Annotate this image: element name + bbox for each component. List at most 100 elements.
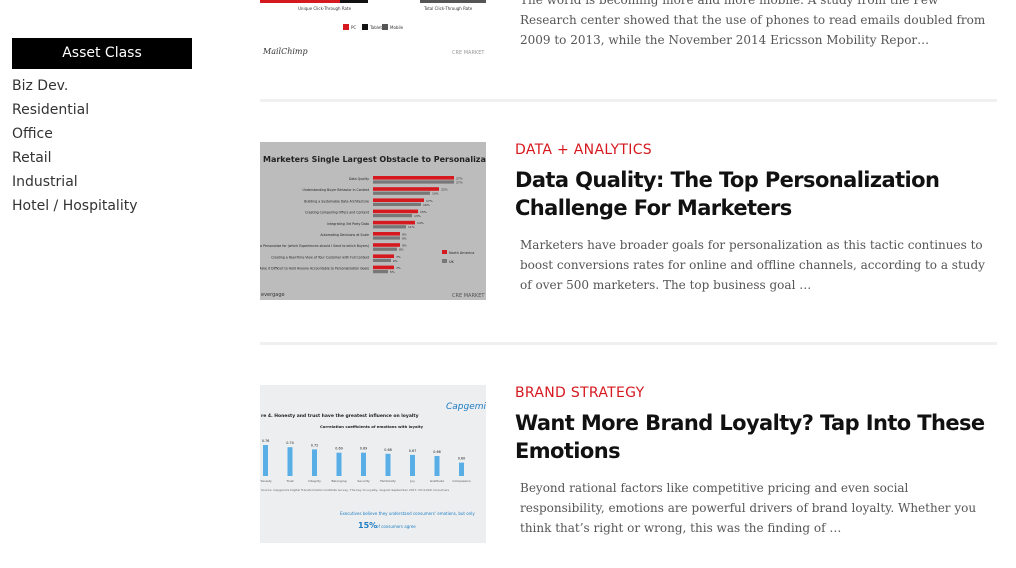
chart-row-label: Automating Decisions at Scale — [320, 233, 369, 237]
chart-value-label: 0.69 — [360, 447, 368, 451]
post-thumbnail-image: Marketers Single Largest Obstacle to Per… — [260, 142, 486, 300]
thumb-heading: Marketers Single Largest Obstacle to Per… — [263, 155, 486, 164]
chart-row-label: Data Quality — [349, 177, 369, 181]
post-title[interactable]: Want More Brand Loyalty? Tap Into These … — [515, 409, 995, 465]
chart-row-label: Understanding Who to Personalize for (wh… — [260, 244, 369, 248]
thumb-brand: CRE MARKET — [452, 50, 485, 56]
sidebar-item-biz-dev[interactable]: Biz Dev. — [12, 77, 192, 101]
chart-value-label: 0.76 — [262, 439, 270, 443]
thumb-caption-left: Unique Click-Through Rate — [298, 6, 352, 11]
chart-bar-red — [373, 220, 415, 225]
chart-category-label: Familiarity — [380, 479, 396, 483]
chart-category-label: Integrity — [308, 479, 321, 483]
chart-bar — [459, 462, 464, 476]
chart-bar-gray — [373, 191, 430, 195]
post-meta: DATA + ANALYTICS Data Quality: The Top P… — [515, 142, 995, 295]
chart-row-label: Creating a Real-Time View of Your Custom… — [271, 255, 370, 259]
thumb-caption-right: Total Click-Through Rate — [423, 6, 473, 11]
post-meta: BRAND STRATEGY Want More Brand Loyalty? … — [515, 385, 995, 538]
sidebar-item-hotel-hospitality[interactable]: Hotel / Hospitality — [12, 197, 192, 221]
chart-value-gray: 19% — [432, 192, 439, 196]
post-thumbnail[interactable]: Capgemini re 4. Honesty and trust have t… — [260, 385, 486, 543]
chart-category-label: Security — [357, 479, 370, 483]
chart-bar — [312, 449, 317, 476]
post-excerpt: Marketers have broader goals for persona… — [520, 238, 985, 292]
chart-category-label: Joy — [409, 479, 415, 483]
chart-bar-red — [373, 176, 454, 180]
sidebar-item-retail[interactable]: Retail — [12, 149, 192, 173]
post-divider — [260, 99, 997, 102]
chart-value-gray: 5% — [390, 270, 395, 274]
chart-value-red: 14% — [417, 221, 424, 225]
chart-bar-gray — [373, 270, 388, 274]
chart-bar — [410, 454, 415, 476]
chart-bar-gray — [373, 247, 397, 251]
thumb-note-pct: 15% — [358, 521, 377, 530]
chart-value-gray: 8% — [399, 248, 404, 252]
thumb-legend-pc: PC — [351, 25, 356, 30]
chart-bar — [336, 452, 342, 476]
chart-bar-red — [373, 187, 439, 191]
post-thumbnail[interactable]: Unique Click-Through Rate Total Click-Th… — [260, 0, 486, 58]
chart-category-label: Compassion — [452, 479, 470, 483]
thumb-heading: re 4. Honesty and trust have the greates… — [261, 413, 419, 419]
capgemini-logo: Capgemini — [446, 402, 486, 412]
post-excerpt: Beyond rational factors like competitive… — [520, 481, 977, 535]
chart-value-gray: 27% — [456, 180, 463, 184]
thumb-source: Source: Capgemini Digital Transformation… — [261, 488, 450, 492]
post-category[interactable]: DATA + ANALYTICS — [515, 142, 995, 158]
chart-value-red: 15% — [420, 210, 427, 214]
thumb-note-post: of consumers agree — [376, 524, 416, 529]
chart-value-label: 0.74 — [286, 441, 294, 445]
chart-row-label: Organizational Constraints / Silos Make … — [260, 267, 369, 271]
chart-value-gray: 16% — [423, 203, 430, 207]
chart-bar — [434, 456, 440, 476]
chart-value-label: 0.67 — [409, 449, 417, 453]
chart-value-label: 0.68 — [384, 448, 392, 452]
chart-bar-red — [373, 209, 418, 214]
chart-bar — [287, 447, 293, 476]
chart-row-label: Creating Compelling Offers and Content — [305, 211, 370, 215]
chart-bar-gray — [373, 180, 454, 184]
asset-class-sidebar: Asset Class Biz Dev. Residential Office … — [12, 38, 192, 221]
chart-bar-gray — [373, 214, 412, 218]
chart-bar-gray — [373, 202, 421, 206]
chart-value-gray: 9% — [402, 236, 407, 240]
thumb-legend-uk: UK — [449, 260, 455, 264]
chart-bar-red — [373, 243, 400, 247]
sidebar-item-residential[interactable]: Residential — [12, 101, 192, 125]
post-excerpt: The world is becoming more and more mobi… — [520, 0, 986, 47]
chart-value-gray: 13% — [414, 214, 421, 218]
sidebar-item-office[interactable]: Office — [12, 125, 192, 149]
chart-row-label: Understanding Buyer Behavior in Context — [303, 188, 370, 192]
chart-bar-gray — [373, 236, 400, 240]
evergage-logo: evergage — [261, 292, 285, 298]
post-category[interactable]: BRAND STRATEGY — [515, 385, 995, 401]
chart-value-label: 0.69 — [335, 447, 343, 451]
thumb-subheading: Correlation coefficients of emotions wit… — [320, 424, 424, 429]
asset-class-heading: Asset Class — [12, 38, 192, 69]
chart-value-red: 22% — [441, 188, 448, 192]
sidebar-item-industrial[interactable]: Industrial — [12, 173, 192, 197]
thumb-legend-tablet: Tablet — [369, 25, 382, 30]
chart-bar-red — [373, 265, 394, 270]
chart-category-label: Gratitude — [430, 479, 444, 483]
post-thumbnail-image: Capgemini re 4. Honesty and trust have t… — [260, 385, 486, 543]
thumb-legend-na: North America — [449, 251, 474, 255]
thumb-legend-mobile: Mobile — [390, 25, 404, 30]
post-title[interactable]: Data Quality: The Top Personalization Ch… — [515, 166, 995, 222]
post-divider — [260, 342, 997, 345]
chart-bar — [385, 453, 391, 476]
asset-class-list: Biz Dev. Residential Office Retail Indus… — [12, 77, 192, 221]
post-thumbnail-image: Unique Click-Through Rate Total Click-Th… — [260, 0, 486, 58]
chart-bar-red — [373, 232, 400, 236]
chart-value-gray: 6% — [393, 259, 398, 263]
chart-category-label: Belonging — [331, 479, 346, 483]
chart-row-label: Integrating 3rd Party Data — [327, 222, 369, 226]
chart-category-label: Honesty — [260, 479, 272, 483]
chart-bar-red — [373, 254, 394, 258]
thumb-brand: CRE MARKET — [452, 293, 485, 299]
chart-bar — [263, 445, 268, 476]
chart-value-label: 0.66 — [433, 450, 441, 454]
post-thumbnail[interactable]: Marketers Single Largest Obstacle to Per… — [260, 142, 486, 300]
